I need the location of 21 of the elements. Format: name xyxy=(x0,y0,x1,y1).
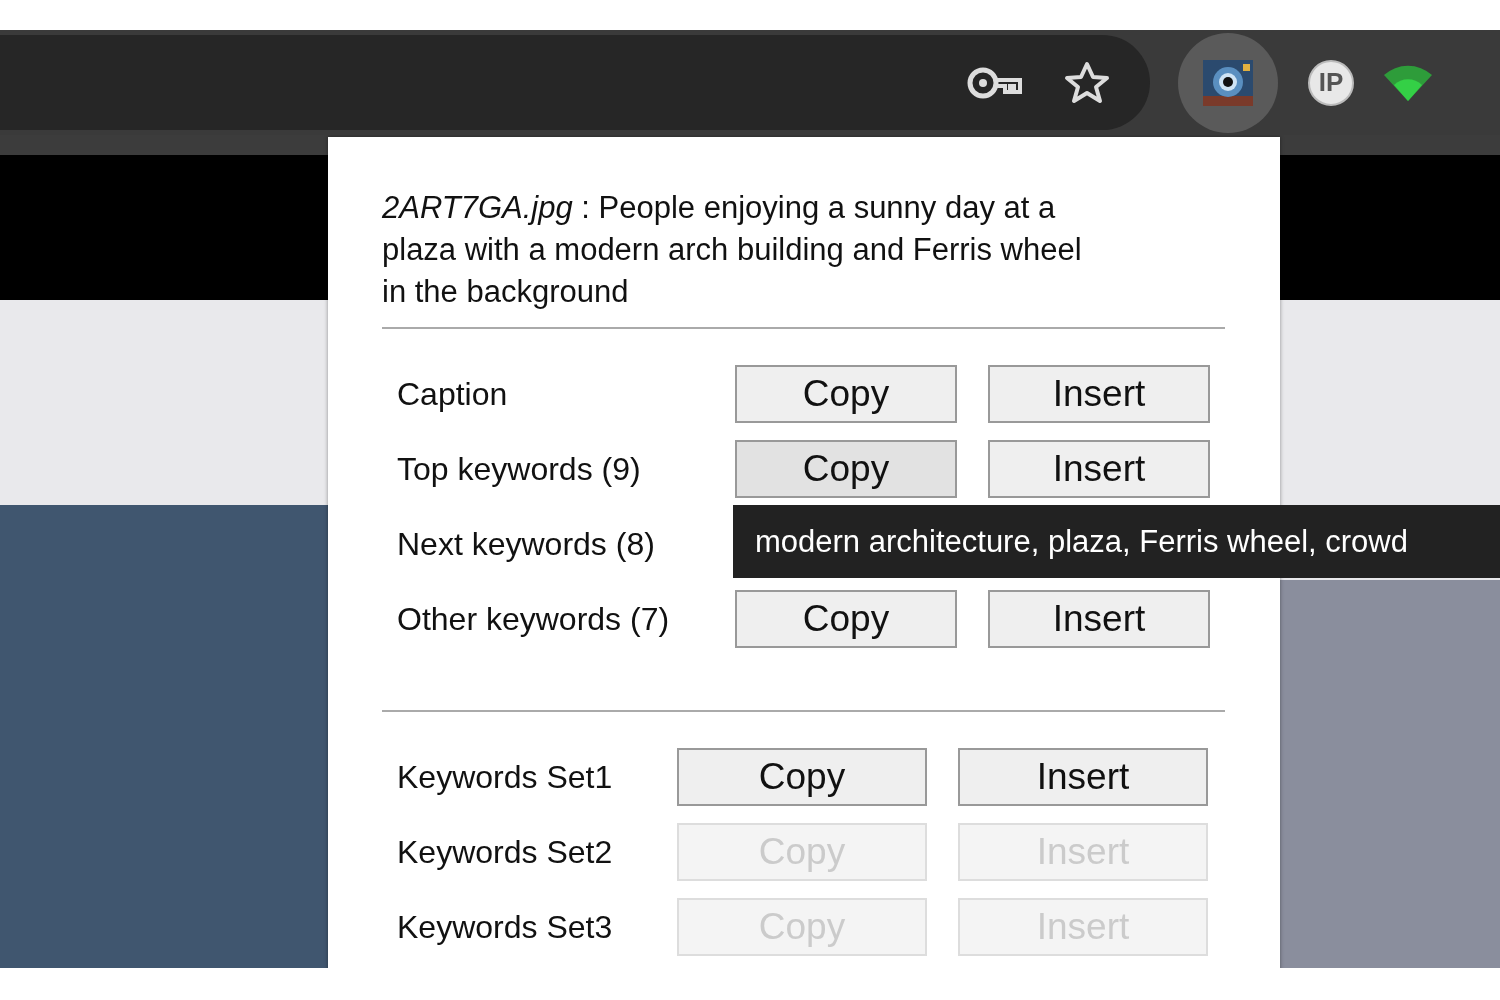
insert-button[interactable]: Insert xyxy=(988,440,1210,498)
tooltip: modern architecture, plaza, Ferris wheel, crowd xyxy=(733,505,1500,578)
insert-button[interactable]: Insert xyxy=(988,590,1210,648)
key-icon[interactable] xyxy=(966,65,1024,100)
row-label: Keywords Set2 xyxy=(397,833,614,871)
insert-button[interactable]: Insert xyxy=(958,748,1208,806)
row-label: Caption xyxy=(397,375,509,413)
wifi-icon[interactable] xyxy=(1384,64,1432,101)
row-label: Other keywords (7) xyxy=(397,600,671,638)
row-label: Keywords Set3 xyxy=(397,908,614,946)
copy-button[interactable]: Copy xyxy=(735,590,957,648)
image-caption: 2ART7GA.jpg : People enjoying a sunny day at a plaza with a modern arch building and Ferris wheel in the background xyxy=(382,189,1083,311)
row-label: Keywords Set1 xyxy=(397,758,614,796)
insert-button[interactable]: Insert xyxy=(988,365,1210,423)
row-label: Next keywords (8) xyxy=(397,525,656,563)
copy-button[interactable]: Copy xyxy=(735,365,957,423)
copy-button[interactable]: Copy xyxy=(735,440,957,498)
ip-icon[interactable]: IP xyxy=(1308,59,1354,106)
star-icon[interactable] xyxy=(1064,60,1110,105)
copy-button[interactable]: Copy xyxy=(677,748,927,806)
row-label: Top keywords (9) xyxy=(397,450,642,488)
